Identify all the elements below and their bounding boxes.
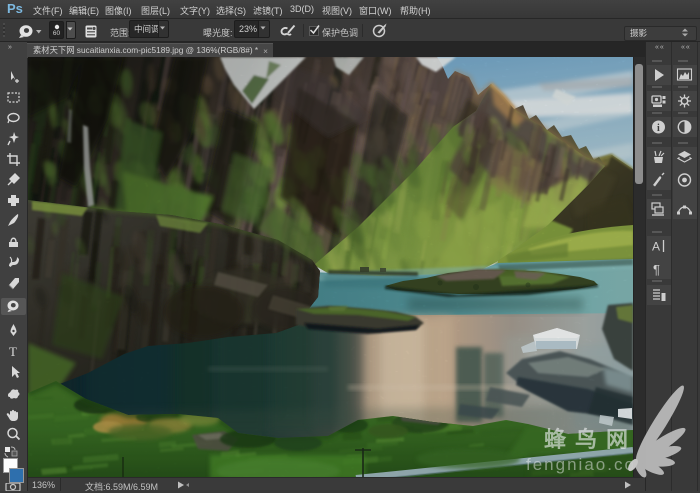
svg-text:i: i <box>657 123 660 134</box>
svg-text:T: T <box>9 344 17 359</box>
svg-text:A: A <box>652 240 660 254</box>
svg-text:¶: ¶ <box>653 262 660 277</box>
